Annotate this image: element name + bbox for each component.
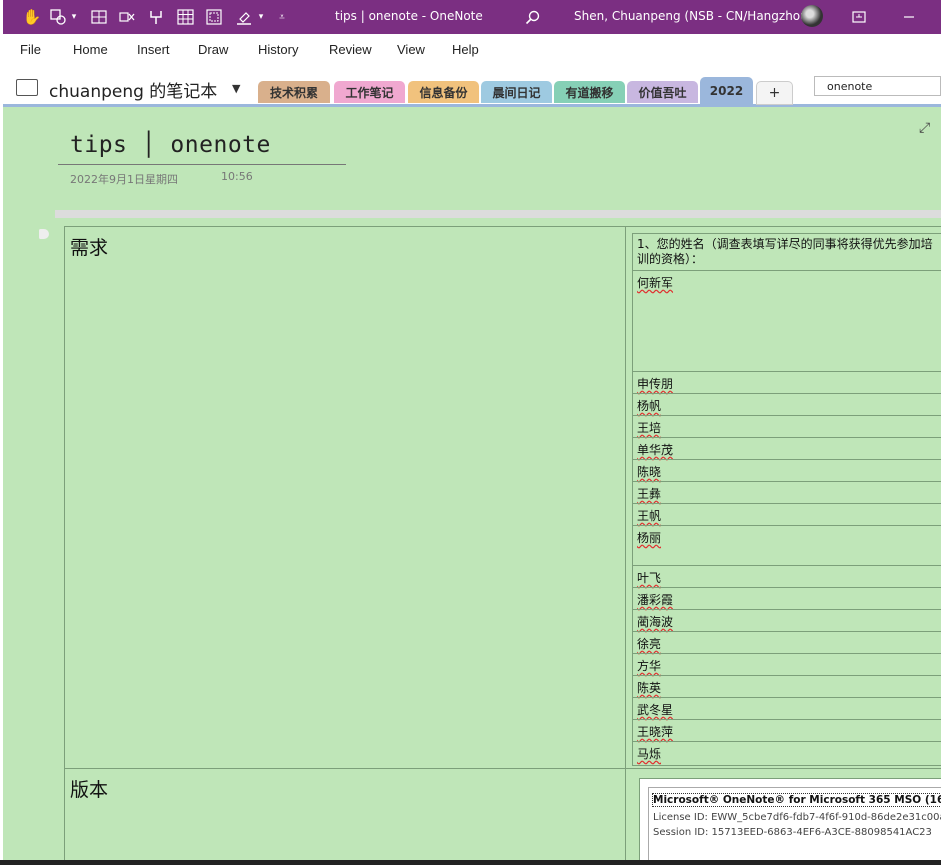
table-row: 王彝 [633, 481, 941, 503]
add-section-button[interactable]: + [756, 81, 793, 105]
window-title: tips | onenote - OneNote [335, 9, 483, 23]
name-cell[interactable]: 马烁 [637, 745, 661, 762]
customize-toolbar-icon[interactable]: ⩡ [276, 7, 288, 27]
survey-table: 1、您的姓名（调查表填写详尽的同事将获得优先参加培训的资格）： 何新军 申传朋 … [632, 233, 941, 766]
account-name[interactable]: Shen, Chuanpeng (NSB - CN/Hangzhou) [574, 9, 812, 23]
table-row: 王培 [633, 415, 941, 437]
minimize-icon[interactable] [899, 7, 919, 27]
table-row: 蔺海波 [633, 609, 941, 631]
menu-view[interactable]: View [397, 42, 425, 57]
chevron-down-icon[interactable]: ▾ [69, 7, 79, 27]
row-label-version[interactable]: 版本 [70, 775, 108, 802]
title-underline [58, 164, 346, 165]
avatar[interactable] [801, 5, 823, 27]
table-row: 杨丽 [633, 525, 941, 565]
expand-icon[interactable]: ⤢ [919, 120, 930, 136]
page-date: 2022年9月1日星期四 [70, 173, 178, 186]
name-cell[interactable]: 陈晓 [637, 463, 661, 480]
page-time: 10:56 [221, 170, 253, 183]
name-cell[interactable]: 王帆 [637, 507, 661, 524]
table-row: 单华茂 [633, 437, 941, 459]
chevron-down-icon[interactable]: ▼ [232, 82, 240, 95]
name-cell[interactable]: 何新军 [637, 274, 673, 291]
table-row: 王晓萍 [633, 719, 941, 741]
table-row: 马烁 [633, 741, 941, 767]
menu-history[interactable]: History [258, 42, 298, 57]
section-tab[interactable]: 技术积累 [258, 81, 330, 103]
name-cell[interactable]: 杨帆 [637, 397, 661, 414]
name-cell[interactable]: 叶飞 [637, 569, 661, 586]
row-label-requirements[interactable]: 需求 [70, 233, 108, 260]
table-divider [625, 226, 626, 860]
taskbar-edge [0, 860, 941, 865]
chevron-down-icon[interactable]: ▾ [256, 7, 266, 27]
search-icon[interactable] [522, 7, 542, 27]
section-tab[interactable]: 晨间日记 [481, 81, 552, 103]
notebook-icon[interactable] [16, 79, 38, 96]
table-divider [64, 768, 941, 769]
erase-icon[interactable] [117, 7, 137, 27]
notebook-name[interactable]: chuanpeng 的笔记本 [49, 77, 217, 102]
highlighter-icon[interactable] [234, 7, 254, 27]
version-cell: Microsoft® OneNote® for Microsoft 365 MS… [639, 778, 941, 860]
version-session-text: Session ID: 15713EED-6863-4EF6-A3CE-8809… [653, 827, 932, 838]
name-cell[interactable]: 武冬星 [637, 701, 673, 718]
name-cell[interactable]: 徐亮 [637, 635, 661, 652]
table-row: 王帆 [633, 503, 941, 525]
lasso-icon[interactable] [48, 7, 68, 27]
name-cell[interactable]: 蔺海波 [637, 613, 673, 630]
menu-home[interactable]: Home [73, 42, 108, 57]
table-row: 徐亮 [633, 631, 941, 653]
name-cell[interactable]: 单华茂 [637, 441, 673, 458]
name-cell[interactable]: 陈英 [637, 679, 661, 696]
menu-file[interactable]: File [20, 42, 41, 57]
type-icon[interactable] [146, 7, 166, 27]
page-title[interactable]: tips │ onenote [70, 132, 271, 158]
table-row: 何新军 [633, 270, 941, 371]
search-input[interactable]: onenote [814, 76, 941, 96]
table-row: 武冬星 [633, 697, 941, 719]
restore-icon[interactable] [849, 7, 869, 27]
name-cell[interactable]: 王晓萍 [637, 723, 673, 740]
table-icon[interactable] [175, 7, 195, 27]
section-tab[interactable]: 信息备份 [408, 81, 479, 103]
notebook-bar: chuanpeng 的笔记本 ▼ 技术积累 工作笔记 信息备份 晨间日记 有道搬… [3, 64, 941, 107]
name-cell[interactable]: 王培 [637, 419, 661, 436]
menu-help[interactable]: Help [452, 42, 479, 57]
table-row: 方华 [633, 653, 941, 675]
version-screenshot[interactable]: Microsoft® OneNote® for Microsoft 365 MS… [648, 787, 941, 860]
note-container-handle[interactable] [55, 210, 941, 218]
title-bar: ✋ ▾ ▾ ⩡ tips | onenote - OneNote Shen, C… [3, 0, 941, 34]
name-cell[interactable]: 申传朋 [637, 375, 673, 392]
section-tab[interactable]: 价值吾吐 [627, 81, 698, 103]
name-cell[interactable]: 王彝 [637, 485, 661, 502]
version-product-text: Microsoft® OneNote® for Microsoft 365 MS… [652, 793, 941, 807]
table-row: 潘彩霞 [633, 587, 941, 609]
paragraph-handle[interactable] [39, 229, 49, 239]
screen-clip-icon[interactable] [204, 7, 224, 27]
menu-review[interactable]: Review [329, 42, 372, 57]
table-row: 叶飞 [633, 565, 941, 587]
section-tab[interactable]: 工作笔记 [334, 81, 405, 103]
table-row: 申传朋 [633, 371, 941, 393]
name-cell[interactable]: 方华 [637, 657, 661, 674]
onenote-window: ✋ ▾ ▾ ⩡ tips | onenote - OneNote Shen, C… [3, 0, 941, 860]
name-cell[interactable]: 潘彩霞 [637, 591, 673, 608]
survey-question[interactable]: 1、您的姓名（调查表填写详尽的同事将获得优先参加培训的资格）： [637, 237, 937, 267]
name-cell[interactable]: 杨丽 [637, 529, 661, 546]
menu-insert[interactable]: Insert [137, 42, 170, 57]
section-tab[interactable]: 有道搬移 [554, 81, 625, 103]
insert-space-icon[interactable] [89, 7, 109, 27]
version-license-text: License ID: EWW_5cbe7df6-fdb7-4f6f-910d-… [653, 812, 941, 823]
menu-draw[interactable]: Draw [198, 42, 228, 57]
table-row: 杨帆 [633, 393, 941, 415]
table-row: 陈晓 [633, 459, 941, 481]
table-row: 陈英 [633, 675, 941, 697]
ribbon-tabs: File Home Insert Draw History Review Vie… [3, 34, 941, 64]
hand-icon[interactable]: ✋ [23, 7, 42, 27]
section-tab-active[interactable]: 2022 [700, 77, 753, 105]
